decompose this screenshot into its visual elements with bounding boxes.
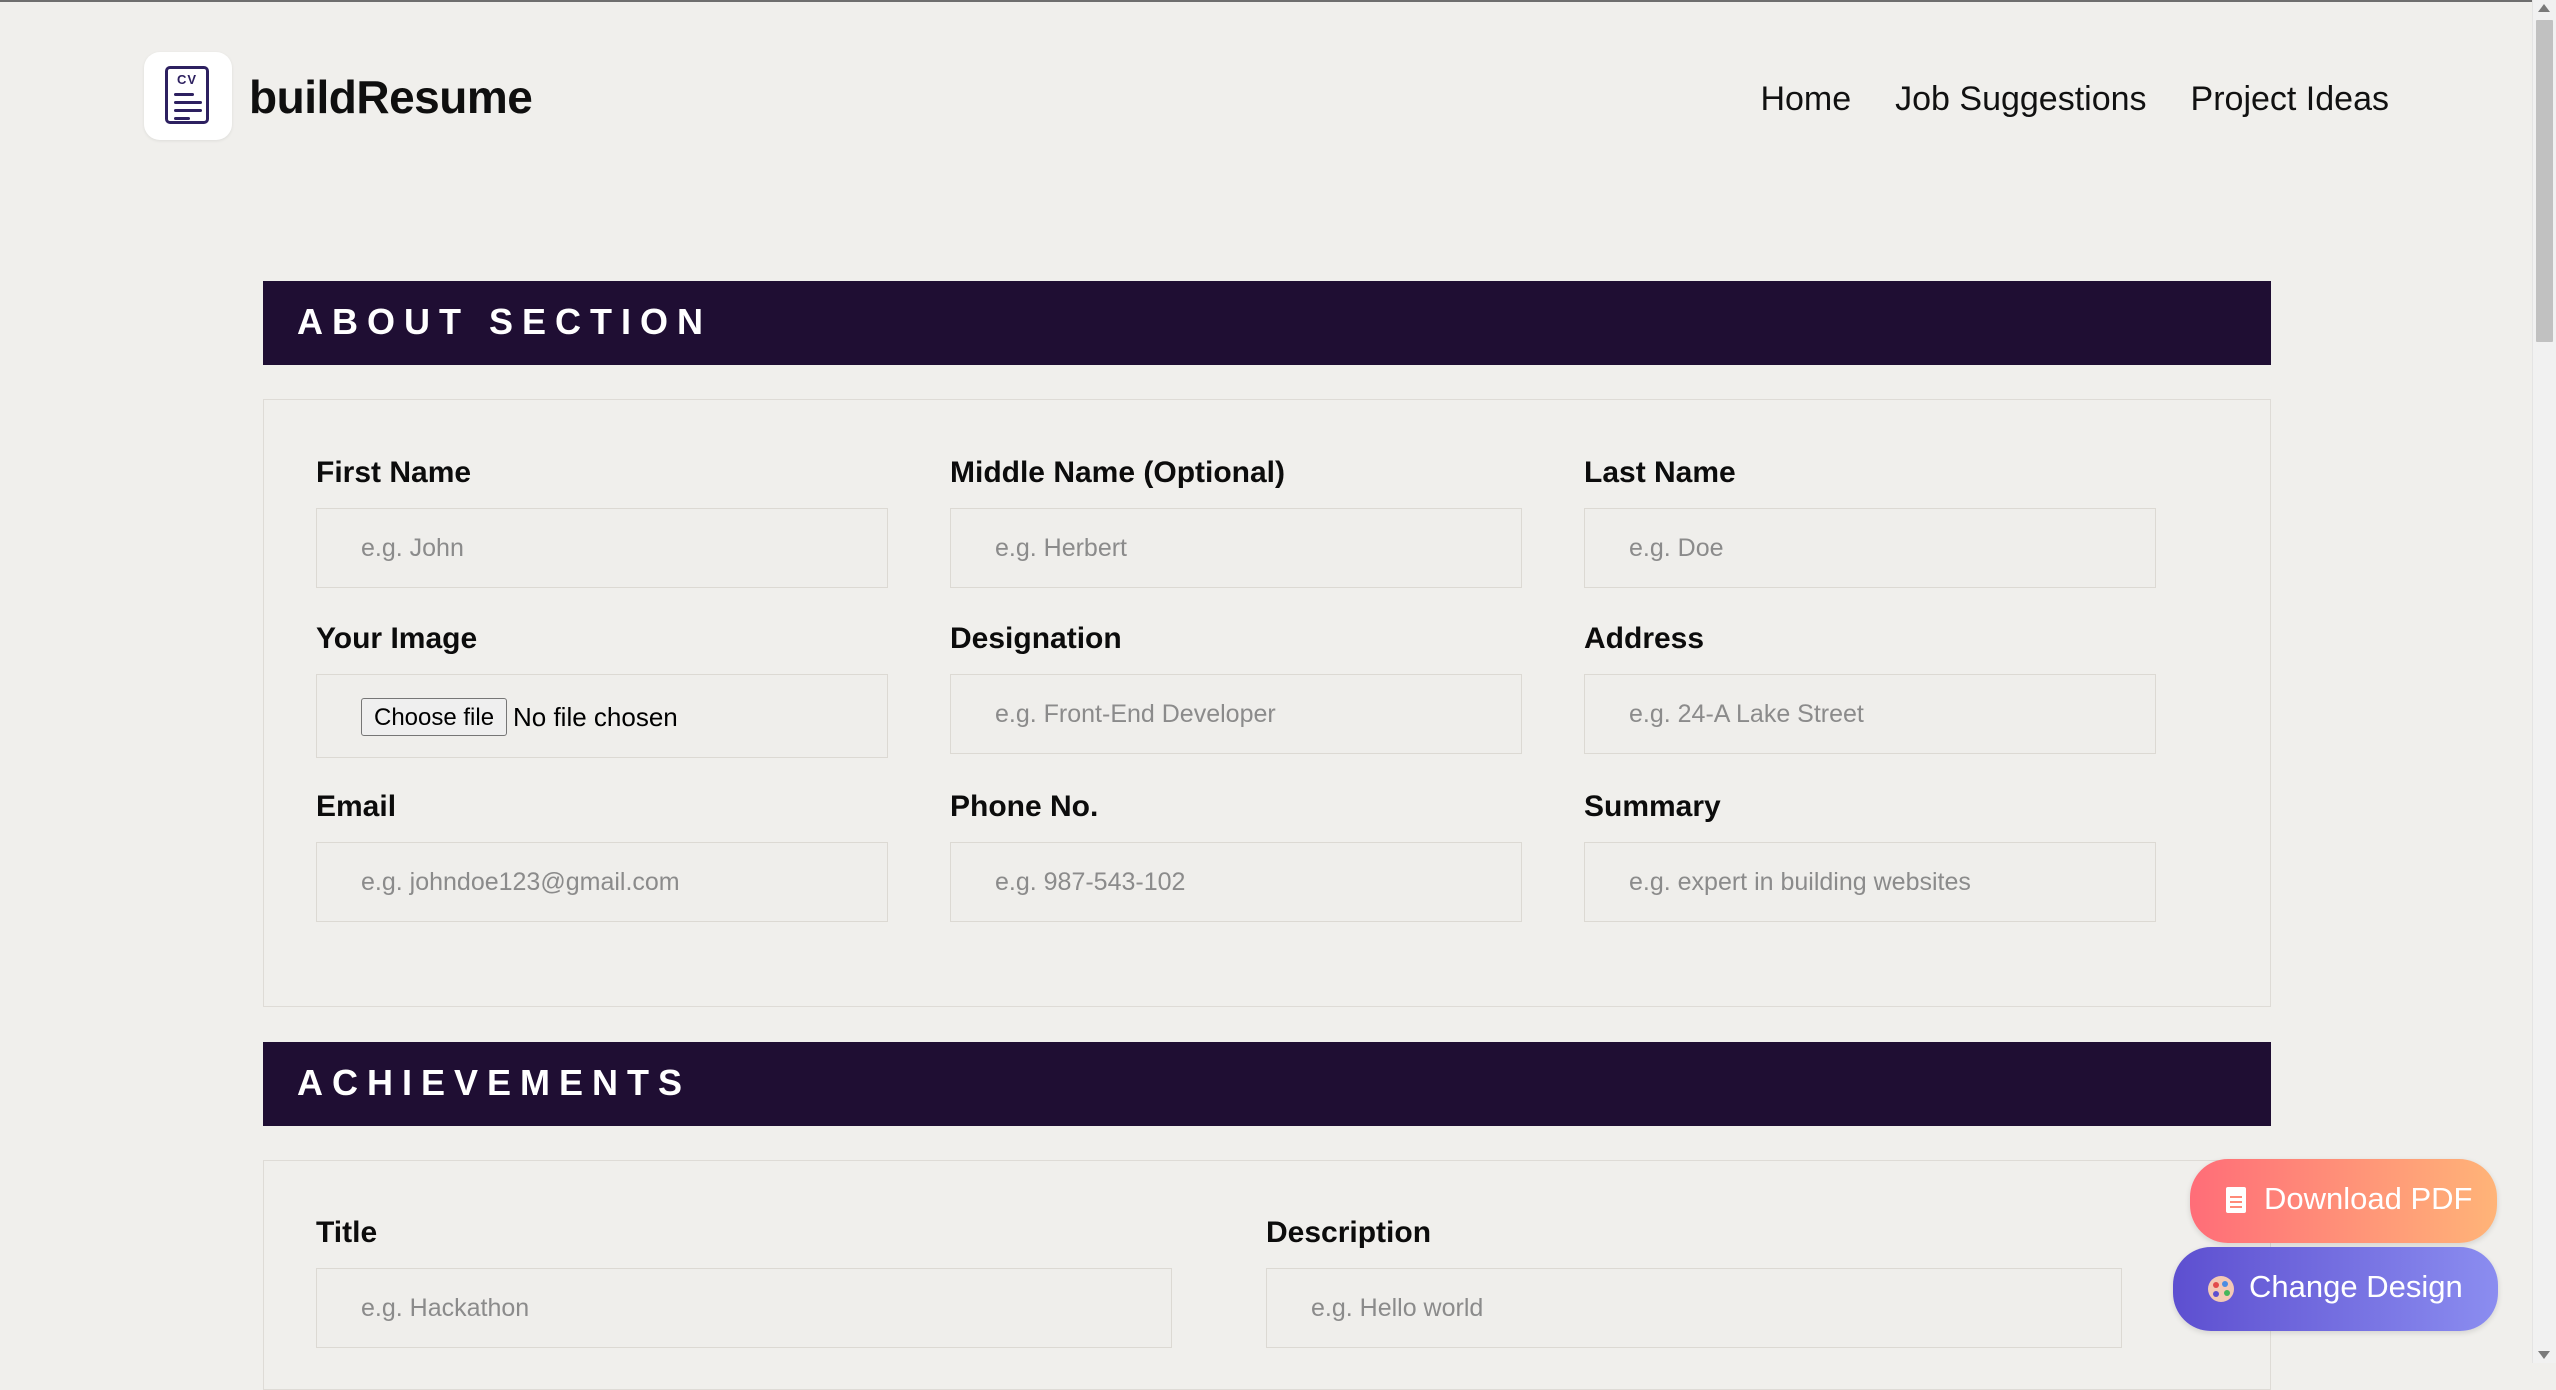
site-header: CV buildResume Home Job Suggestions Proj…: [144, 52, 2389, 142]
achievement-description-label: Description: [1266, 1216, 1432, 1249]
address-field: Address: [1584, 622, 2156, 754]
cv-document-icon[interactable]: CV: [144, 52, 232, 140]
designation-label: Designation: [950, 622, 1122, 655]
about-section-header: ABOUT SECTION: [263, 281, 2271, 365]
email-input[interactable]: [316, 842, 888, 922]
logo-text: CV: [176, 72, 198, 87]
first-name-input[interactable]: [316, 508, 888, 588]
summary-field: Summary: [1584, 790, 2156, 922]
nav-link-job-suggestions[interactable]: Job Suggestions: [1895, 80, 2146, 119]
email-label: Email: [316, 790, 397, 823]
first-name-field: First Name: [316, 456, 888, 588]
achievement-description-field: Description: [1266, 1216, 2122, 1348]
image-field: Your Image Choose file No file chosen: [316, 622, 888, 758]
scroll-thumb[interactable]: [2536, 20, 2553, 342]
achievements-section-header: ACHIEVEMENTS: [263, 1042, 2271, 1126]
nav-link-project-ideas[interactable]: Project Ideas: [2191, 80, 2389, 119]
achievements-form: Title Description: [263, 1160, 2271, 1390]
about-section-title: ABOUT SECTION: [297, 301, 713, 342]
achievements-section-title: ACHIEVEMENTS: [297, 1062, 692, 1103]
nav-link-home[interactable]: Home: [1760, 80, 1851, 119]
address-input[interactable]: [1584, 674, 2156, 754]
middle-name-input[interactable]: [950, 508, 1522, 588]
phone-label: Phone No.: [950, 790, 1099, 823]
download-pdf-button[interactable]: Download PDF: [2190, 1159, 2497, 1243]
achievement-description-input[interactable]: [1266, 1268, 2122, 1348]
achievement-title-field: Title: [316, 1216, 1172, 1348]
address-label: Address: [1584, 622, 1705, 655]
image-upload-box[interactable]: Choose file No file chosen: [316, 674, 888, 758]
summary-input[interactable]: [1584, 842, 2156, 922]
file-status-text: No file chosen: [513, 702, 678, 732]
brand-name[interactable]: buildResume: [249, 70, 533, 124]
last-name-field: Last Name: [1584, 456, 2156, 588]
achievement-title-label: Title: [316, 1216, 378, 1249]
middle-name-field: Middle Name (Optional): [950, 456, 1522, 588]
change-design-button[interactable]: Change Design: [2173, 1247, 2498, 1331]
download-pdf-label: Download PDF: [2264, 1181, 2473, 1216]
first-name-label: First Name: [316, 456, 472, 489]
image-label: Your Image: [316, 622, 478, 655]
document-icon: [2226, 1187, 2246, 1213]
designation-field: Designation: [950, 622, 1522, 754]
change-design-label: Change Design: [2249, 1269, 2463, 1304]
scroll-down-arrow-icon[interactable]: [2538, 1351, 2550, 1359]
phone-input[interactable]: [950, 842, 1522, 922]
choose-file-button[interactable]: Choose file: [361, 698, 508, 736]
last-name-label: Last Name: [1584, 456, 1736, 489]
page-scrollbar[interactable]: [2532, 0, 2556, 1363]
designation-input[interactable]: [950, 674, 1522, 754]
last-name-input[interactable]: [1584, 508, 2156, 588]
scroll-up-arrow-icon[interactable]: [2538, 4, 2550, 12]
palette-icon: [2208, 1276, 2234, 1302]
phone-field: Phone No.: [950, 790, 1522, 922]
middle-name-label: Middle Name (Optional): [950, 456, 1286, 489]
about-section-form: First Name Middle Name (Optional) Last N…: [263, 399, 2271, 1007]
email-field: Email: [316, 790, 888, 922]
main-nav: Home Job Suggestions Project Ideas: [1760, 80, 2389, 119]
window-top-border: [0, 0, 2533, 2]
summary-label: Summary: [1584, 790, 1721, 823]
achievement-title-input[interactable]: [316, 1268, 1172, 1348]
